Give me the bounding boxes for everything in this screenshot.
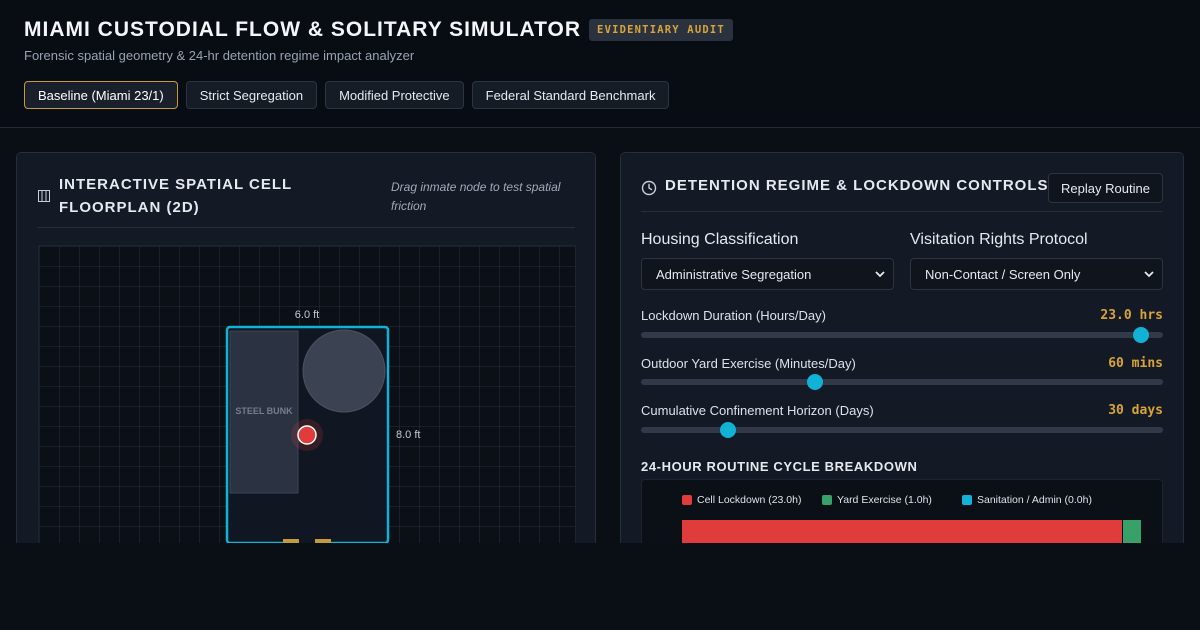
floorplan-svg: STEEL BUNK 6.0 ft 8.0 ft: [39, 246, 575, 564]
header-divider: [641, 211, 1163, 212]
legend-swatch: [822, 495, 832, 505]
housing-select[interactable]: Administrative Segregation: [641, 258, 894, 290]
legend-label: Cell Lockdown (23.0h): [697, 494, 802, 506]
floorplan-icon: [38, 190, 50, 202]
lockdown-slider-thumb[interactable]: [1133, 327, 1150, 343]
horizon-label: Cumulative Confinement Horizon (Days): [641, 403, 874, 418]
legend-swatch: [682, 495, 692, 505]
toilet-fixture: [302, 329, 386, 413]
lockdown-label: Lockdown Duration (Hours/Day): [641, 308, 826, 323]
width-label: 6.0 ft: [295, 309, 319, 321]
horizon-value: 30 days: [1108, 403, 1163, 418]
legend-sanitation: Sanitation / Admin (0.0h): [962, 494, 1092, 506]
app-subtitle: Forensic spatial geometry & 24-hr detent…: [24, 48, 415, 63]
lockdown-slider[interactable]: [641, 327, 1163, 343]
legend-label: Sanitation / Admin (0.0h): [977, 494, 1092, 506]
legend-yard: Yard Exercise (1.0h): [822, 494, 932, 506]
chevron-down-icon: [1144, 271, 1154, 278]
floorplan-panel: INTERACTIVE SPATIAL CELL FLOORPLAN (2D) …: [16, 152, 596, 572]
tab-federal-benchmark[interactable]: Federal Standard Benchmark: [471, 81, 670, 109]
evidentiary-badge: EVIDENTIARY AUDIT: [589, 19, 733, 41]
scenario-tabs: Baseline (Miami 23/1) Strict Segregation…: [24, 81, 670, 109]
app-header: MIAMI CUSTODIAL FLOW & SOLITARY SIMULATO…: [0, 0, 1200, 128]
legend-label: Yard Exercise (1.0h): [837, 494, 932, 506]
floorplan-canvas[interactable]: STEEL BUNK 6.0 ft 8.0 ft: [38, 245, 576, 565]
routine-title: 24-HOUR ROUTINE CYCLE BREAKDOWN: [641, 459, 918, 474]
tab-baseline[interactable]: Baseline (Miami 23/1): [24, 81, 178, 109]
visitation-select[interactable]: Non-Contact / Screen Only: [910, 258, 1163, 290]
horizon-slider[interactable]: [641, 422, 1163, 438]
bottom-margin: [0, 543, 1200, 630]
yard-slider-thumb[interactable]: [807, 374, 823, 390]
controls-panel: DETENTION REGIME & LOCKDOWN CONTROLS Rep…: [620, 152, 1184, 579]
tab-modified-protective[interactable]: Modified Protective: [325, 81, 464, 109]
replay-routine-button[interactable]: Replay Routine: [1048, 173, 1163, 203]
tab-strict-segregation[interactable]: Strict Segregation: [185, 81, 318, 109]
yard-label: Outdoor Yard Exercise (Minutes/Day): [641, 356, 856, 371]
floorplan-hint: Drag inmate node to test spatial frictio…: [391, 180, 561, 213]
title-row: MIAMI CUSTODIAL FLOW & SOLITARY SIMULATO…: [24, 18, 733, 42]
inmate-node[interactable]: [297, 425, 317, 445]
visitation-value: Non-Contact / Screen Only: [925, 266, 1081, 282]
legend-swatch: [962, 495, 972, 505]
horizon-slider-thumb[interactable]: [720, 422, 736, 438]
app-title: MIAMI CUSTODIAL FLOW & SOLITARY SIMULATO…: [24, 18, 582, 41]
legend-lockdown: Cell Lockdown (23.0h): [682, 494, 801, 506]
clock-icon: [641, 180, 657, 196]
housing-value: Administrative Segregation: [656, 266, 812, 282]
lockdown-value: 23.0 hrs: [1100, 308, 1163, 323]
yard-value: 60 mins: [1108, 356, 1163, 371]
floorplan-title: INTERACTIVE SPATIAL CELL FLOORPLAN (2D): [59, 176, 292, 216]
yard-slider[interactable]: [641, 374, 1163, 390]
visitation-label: Visitation Rights Protocol: [910, 231, 1088, 248]
bunk-label: STEEL BUNK: [235, 406, 293, 416]
controls-title: DETENTION REGIME & LOCKDOWN CONTROLS: [665, 177, 1049, 194]
housing-label: Housing Classification: [641, 231, 799, 248]
length-label: 8.0 ft: [396, 429, 420, 441]
header-divider: [37, 227, 575, 228]
chevron-down-icon: [875, 271, 885, 278]
